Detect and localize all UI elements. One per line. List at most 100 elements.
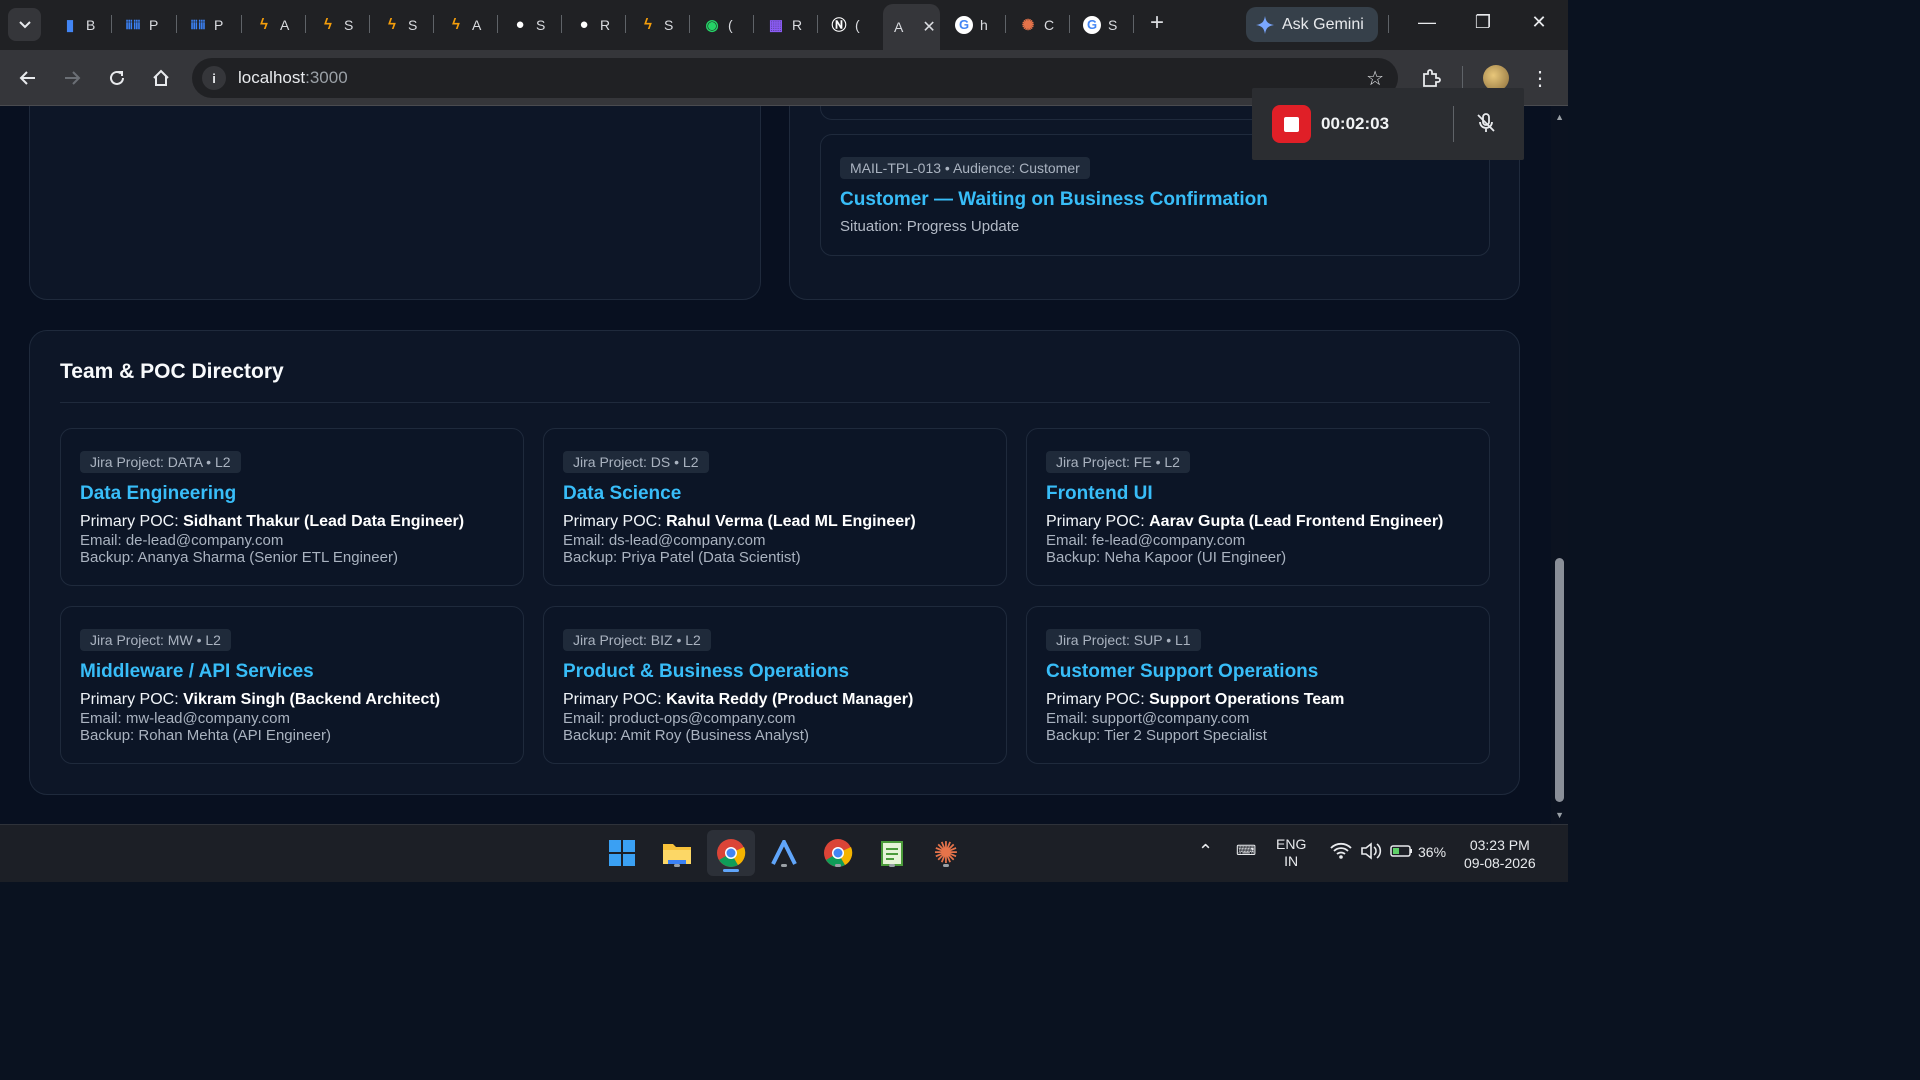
template-tag: MAIL-TPL-013 • Audience: Customer bbox=[840, 157, 1090, 179]
team-backup: Backup: Rohan Mehta (API Engineer) bbox=[80, 727, 331, 744]
running-indicator bbox=[835, 864, 841, 867]
new-tab-button[interactable]: + bbox=[1144, 11, 1170, 37]
active-indicator bbox=[723, 869, 739, 872]
project-icon: ⅲⅲ bbox=[125, 17, 141, 32]
team-name[interactable]: Middleware / API Services bbox=[80, 661, 314, 683]
team-card[interactable]: Jira Project: BIZ • L2 Product & Busines… bbox=[543, 606, 1007, 764]
template-situation: Situation: Progress Update bbox=[840, 218, 1020, 235]
tab-label: A bbox=[894, 19, 904, 35]
tab[interactable]: ϟS bbox=[310, 8, 353, 41]
minimize-button[interactable]: — bbox=[1412, 12, 1442, 33]
poc-name: Sidhant Thakur (Lead Data Engineer) bbox=[183, 513, 465, 530]
tab[interactable]: ◉( bbox=[694, 8, 732, 41]
mic-off-button[interactable] bbox=[1474, 111, 1498, 135]
tab[interactable]: Gh bbox=[946, 8, 988, 41]
tab[interactable]: ϟS bbox=[630, 8, 673, 41]
tab-separator bbox=[689, 15, 690, 33]
team-tag: Jira Project: DS • L2 bbox=[563, 451, 709, 473]
tab-label: ( bbox=[855, 16, 860, 33]
gemini-sparkle-icon bbox=[1256, 15, 1274, 34]
page-scrollbar[interactable]: ▲ ▼ bbox=[1551, 106, 1568, 824]
poc-name: Kavita Reddy (Product Manager) bbox=[666, 691, 914, 708]
team-name[interactable]: Product & Business Operations bbox=[563, 661, 849, 683]
restore-button[interactable]: ❐ bbox=[1468, 12, 1498, 33]
claude-taskbar-button[interactable]: ✺ bbox=[928, 835, 964, 871]
tab-active[interactable]: A ✕ bbox=[883, 4, 940, 50]
tab[interactable]: ϟS bbox=[374, 8, 417, 41]
close-icon[interactable]: ✕ bbox=[922, 17, 935, 37]
back-button[interactable] bbox=[14, 64, 42, 92]
tab[interactable]: ϟA bbox=[438, 8, 481, 41]
team-name[interactable]: Data Engineering bbox=[80, 483, 236, 505]
clock[interactable]: 03:23 PM 09-08-2026 bbox=[1464, 836, 1536, 872]
file-explorer-button[interactable] bbox=[659, 835, 695, 871]
team-card[interactable]: Jira Project: DATA • L2 Data Engineering… bbox=[60, 428, 524, 586]
menu-button[interactable]: ⋮ bbox=[1526, 64, 1554, 92]
team-name[interactable]: Customer Support Operations bbox=[1046, 661, 1318, 683]
team-card[interactable]: Jira Project: SUP • L1 Customer Support … bbox=[1026, 606, 1490, 764]
team-email: Email: mw-lead@company.com bbox=[80, 710, 291, 727]
team-tag: Jira Project: DATA • L2 bbox=[80, 451, 241, 473]
tab-separator bbox=[1388, 15, 1389, 33]
app-taskbar-button[interactable] bbox=[766, 835, 802, 871]
team-card[interactable]: Jira Project: DS • L2 Data Science Prima… bbox=[543, 428, 1007, 586]
team-card[interactable]: Jira Project: MW • L2 Middleware / API S… bbox=[60, 606, 524, 764]
ask-gemini-button[interactable]: Ask Gemini bbox=[1246, 7, 1378, 42]
notepad-taskbar-button[interactable] bbox=[874, 835, 910, 871]
tab[interactable]: Ⓝ( bbox=[821, 8, 860, 41]
running-indicator bbox=[943, 864, 949, 867]
claude-icon: ✺ bbox=[1021, 16, 1035, 34]
stop-recording-button[interactable] bbox=[1272, 105, 1311, 143]
tab[interactable]: ● R bbox=[566, 8, 610, 41]
team-name[interactable]: Data Science bbox=[563, 483, 681, 505]
tab-label: B bbox=[86, 16, 96, 33]
url-host: localhost bbox=[238, 68, 306, 87]
primary-poc: Primary POC: Vikram Singh (Backend Archi… bbox=[80, 691, 440, 709]
template-title[interactable]: Customer — Waiting on Business Confirmat… bbox=[840, 189, 1268, 211]
poc-label: Primary POC: bbox=[80, 513, 179, 530]
tab-separator bbox=[1133, 15, 1134, 33]
address-bar[interactable]: i localhost:3000 ☆ bbox=[192, 58, 1398, 98]
tab[interactable]: ▦ R bbox=[758, 8, 802, 41]
close-window-button[interactable]: ✕ bbox=[1524, 12, 1554, 33]
primary-poc: Primary POC: Sidhant Thakur (Lead Data E… bbox=[80, 513, 464, 531]
site-info-icon[interactable]: i bbox=[202, 66, 226, 90]
tab[interactable]: ▮ B bbox=[52, 8, 95, 41]
tab-search-button[interactable] bbox=[8, 8, 41, 41]
forward-button[interactable] bbox=[58, 64, 86, 92]
home-button[interactable] bbox=[147, 64, 175, 92]
scroll-down-icon[interactable]: ▼ bbox=[1555, 810, 1564, 820]
language-indicator[interactable]: ENG IN bbox=[1276, 836, 1306, 870]
bolt-icon: ϟ bbox=[388, 16, 396, 33]
scroll-up-icon[interactable]: ▲ bbox=[1555, 112, 1564, 122]
project-icon: ⅲⅲ bbox=[190, 17, 206, 32]
start-button[interactable] bbox=[604, 835, 640, 871]
wifi-icon[interactable] bbox=[1330, 842, 1352, 863]
tab[interactable]: ϟA bbox=[246, 8, 289, 41]
language-code: ENG bbox=[1276, 836, 1307, 852]
reload-button[interactable] bbox=[103, 64, 131, 92]
team-backup: Backup: Amit Roy (Business Analyst) bbox=[563, 727, 809, 744]
tab[interactable]: ✺ C bbox=[1010, 8, 1054, 41]
stop-icon bbox=[1284, 116, 1299, 132]
show-hidden-icons-button[interactable]: ⌃ bbox=[1198, 841, 1213, 862]
team-name[interactable]: Frontend UI bbox=[1046, 483, 1153, 505]
poc-label: Primary POC: bbox=[563, 513, 662, 530]
team-email: Email: de-lead@company.com bbox=[80, 532, 284, 549]
tab[interactable]: ● S bbox=[502, 8, 545, 41]
chrome-taskbar-button[interactable] bbox=[707, 830, 755, 876]
keyboard-icon[interactable]: ⌨ bbox=[1236, 842, 1256, 859]
battery-icon[interactable] bbox=[1390, 844, 1414, 861]
chrome-profile-button[interactable] bbox=[820, 835, 856, 871]
tab-separator bbox=[369, 15, 370, 33]
tab-separator bbox=[305, 15, 306, 33]
whatsapp-icon: ◉ bbox=[705, 16, 719, 34]
tab[interactable]: ⅲⅲ P bbox=[115, 8, 158, 41]
tab[interactable]: GS bbox=[1074, 8, 1117, 41]
team-tag: Jira Project: MW • L2 bbox=[80, 629, 231, 651]
volume-icon[interactable] bbox=[1360, 842, 1382, 863]
scrollbar-thumb[interactable] bbox=[1555, 558, 1564, 802]
tab-label: S bbox=[536, 16, 546, 33]
tab[interactable]: ⅲⅲ P bbox=[180, 8, 223, 41]
team-card[interactable]: Jira Project: FE • L2 Frontend UI Primar… bbox=[1026, 428, 1490, 586]
